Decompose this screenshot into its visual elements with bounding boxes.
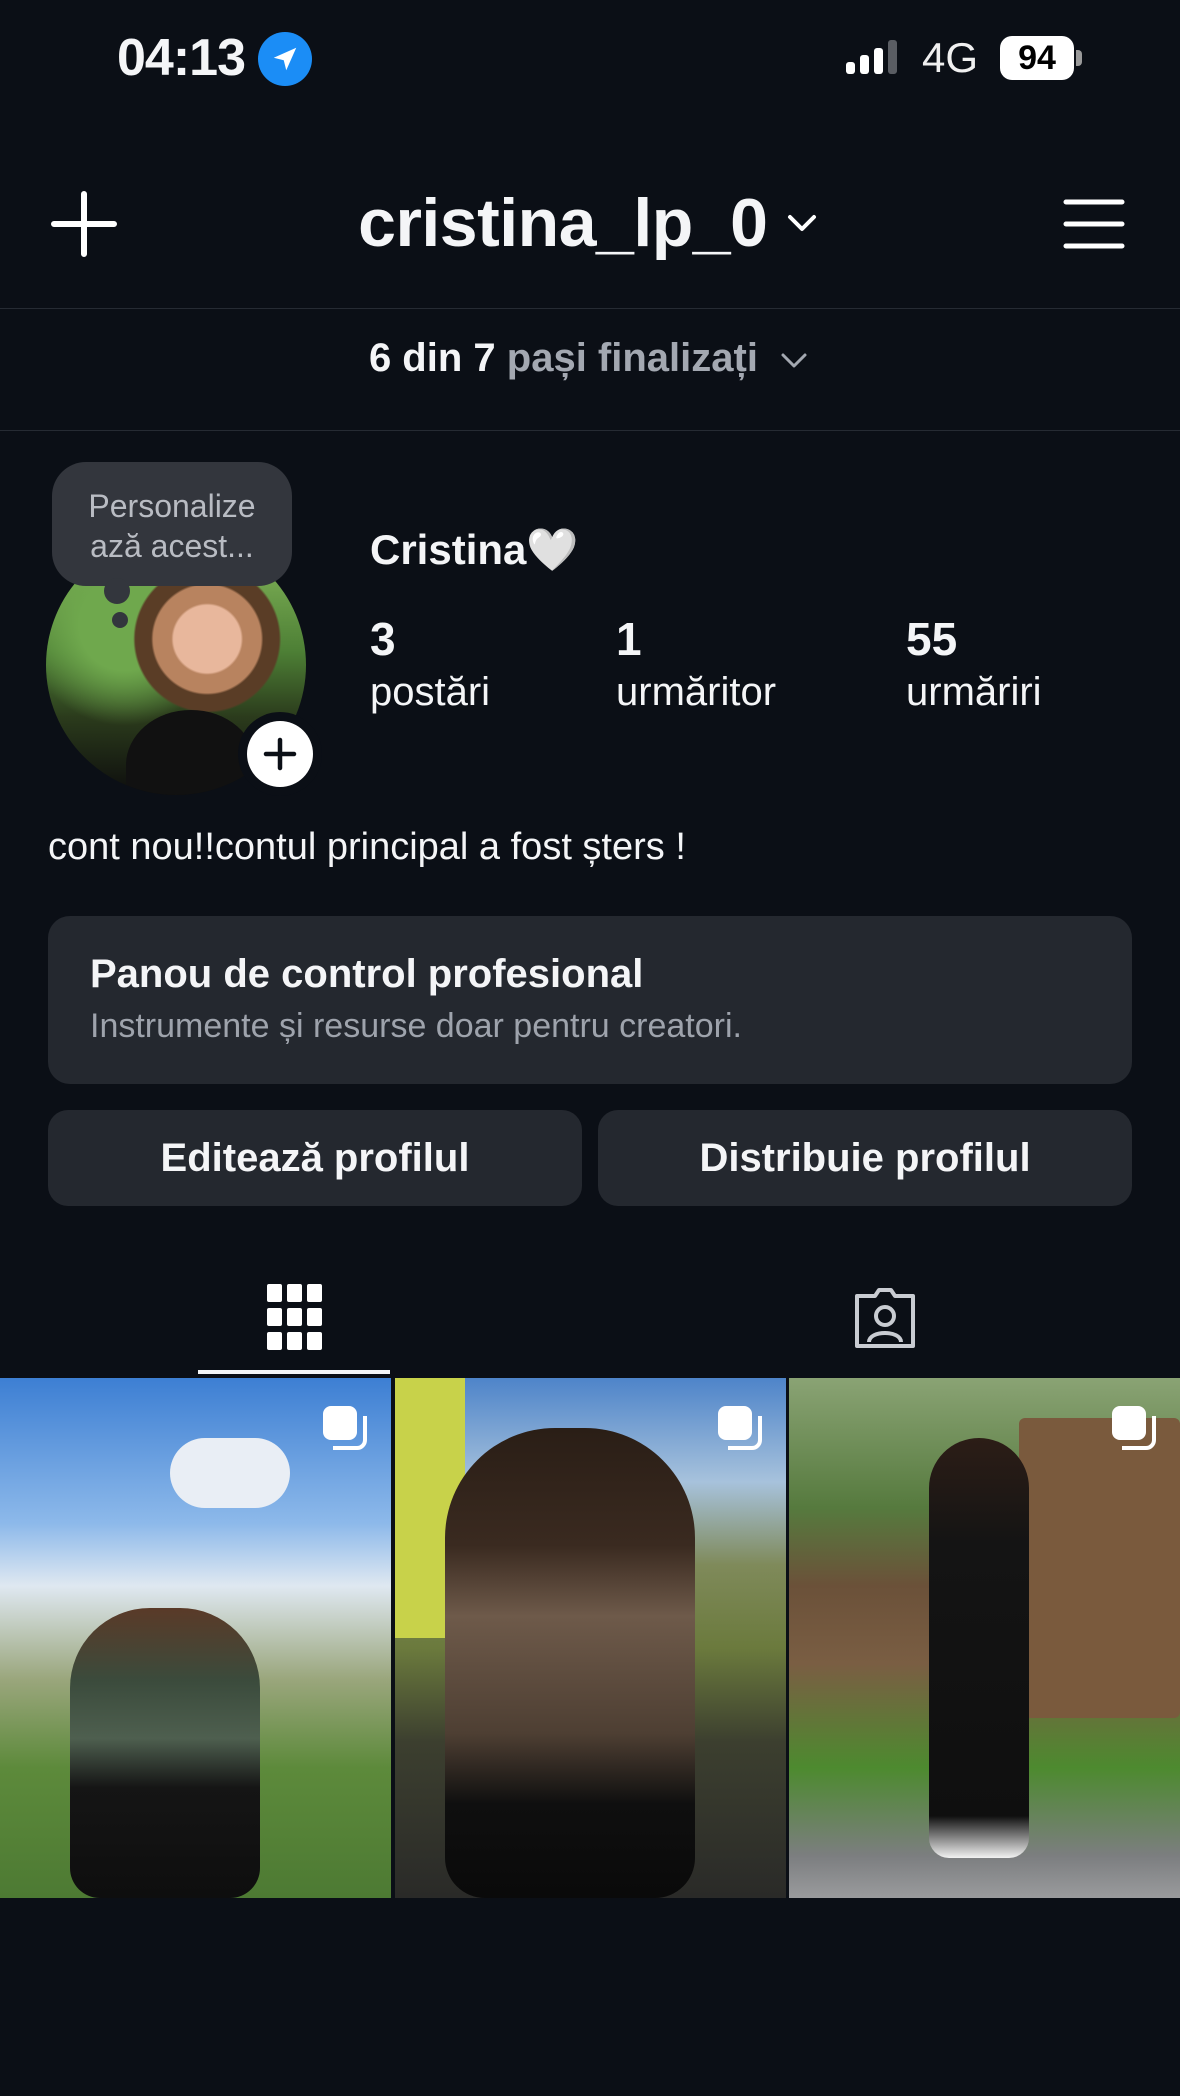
note-bubble-line1: Personalize: [88, 488, 256, 524]
add-story-button[interactable]: [238, 712, 322, 796]
setup-steps-banner[interactable]: 6 din 7 pași finalizați: [0, 336, 1180, 381]
share-profile-button[interactable]: Distribuie profilul: [598, 1110, 1132, 1206]
battery-cap: [1076, 50, 1082, 66]
display-name: Cristina🤍: [370, 526, 579, 573]
bio: cont nou!!contul principal a fost șters …: [48, 826, 686, 868]
username[interactable]: cristina_lp_0: [358, 184, 768, 262]
profile-page: 04:13 4G 94 cristina_lp_0 6 din 7 pași f…: [0, 0, 1180, 2096]
signal-icon: [846, 40, 897, 74]
plus-icon: [263, 737, 297, 771]
person-figure: [929, 1438, 1029, 1858]
grid-icon: [267, 1284, 322, 1350]
following-label: urmăriri: [906, 670, 1042, 714]
following-count: 55: [906, 613, 958, 665]
steps-label: pași finalizați: [506, 336, 758, 380]
note-bubble-tail: [104, 578, 130, 604]
following-stat[interactable]: 55 urmăriri: [906, 612, 1042, 715]
log-cabin: [1019, 1418, 1180, 1718]
chevron-down-icon[interactable]: [782, 203, 822, 243]
note-bubble-tail: [112, 612, 128, 628]
followers-label: urmăritor: [616, 670, 777, 714]
followers-count: 1: [616, 613, 642, 665]
edit-profile-button[interactable]: Editează profilul: [48, 1110, 582, 1206]
divider: [0, 430, 1180, 431]
active-tab-indicator: [198, 1370, 390, 1374]
cloud-shape: [170, 1438, 290, 1508]
tab-grid[interactable]: [0, 1260, 590, 1376]
divider: [0, 308, 1180, 309]
network-type: 4G: [922, 34, 979, 81]
add-story-circle: [247, 721, 313, 787]
chevron-down-icon[interactable]: [777, 343, 811, 377]
account-switcher[interactable]: cristina_lp_0: [0, 184, 1180, 262]
note-bubble[interactable]: Personalize ază acest...: [52, 462, 292, 586]
person-figure: [70, 1608, 260, 1898]
posts-label: postări: [370, 670, 491, 714]
person-figure: [445, 1428, 695, 1898]
post-thumbnail[interactable]: [789, 1378, 1180, 1898]
status-time: 04:13: [117, 29, 246, 87]
followers-stat[interactable]: 1 urmăritor: [616, 612, 776, 715]
carousel-icon: [1112, 1406, 1156, 1450]
battery-icon: 94: [1000, 36, 1074, 80]
post-thumbnail[interactable]: [395, 1378, 786, 1898]
post-thumbnail[interactable]: [0, 1378, 391, 1898]
top-nav: cristina_lp_0: [0, 170, 1180, 280]
menu-icon[interactable]: [1062, 196, 1126, 252]
dashboard-subtitle: Instrumente și resurse doar pentru creat…: [90, 1007, 742, 1045]
tagged-icon: [855, 1288, 915, 1348]
posts-stat[interactable]: 3 postări: [370, 612, 490, 715]
tab-tagged[interactable]: [590, 1260, 1180, 1376]
steps-count: 6 din 7: [368, 336, 496, 380]
carousel-icon: [323, 1406, 367, 1450]
professional-dashboard[interactable]: Panou de control profesional Instrumente…: [48, 916, 1132, 1084]
battery-level: 94: [1018, 38, 1056, 77]
avatar-figure: [126, 710, 256, 795]
status-bar: 04:13 4G 94: [0, 0, 1180, 120]
location-arrow-icon: [258, 32, 312, 86]
posts-count: 3: [370, 613, 396, 665]
carousel-icon: [718, 1406, 762, 1450]
note-bubble-line2: ază acest...: [90, 528, 254, 564]
dashboard-title: Panou de control profesional: [90, 952, 644, 996]
